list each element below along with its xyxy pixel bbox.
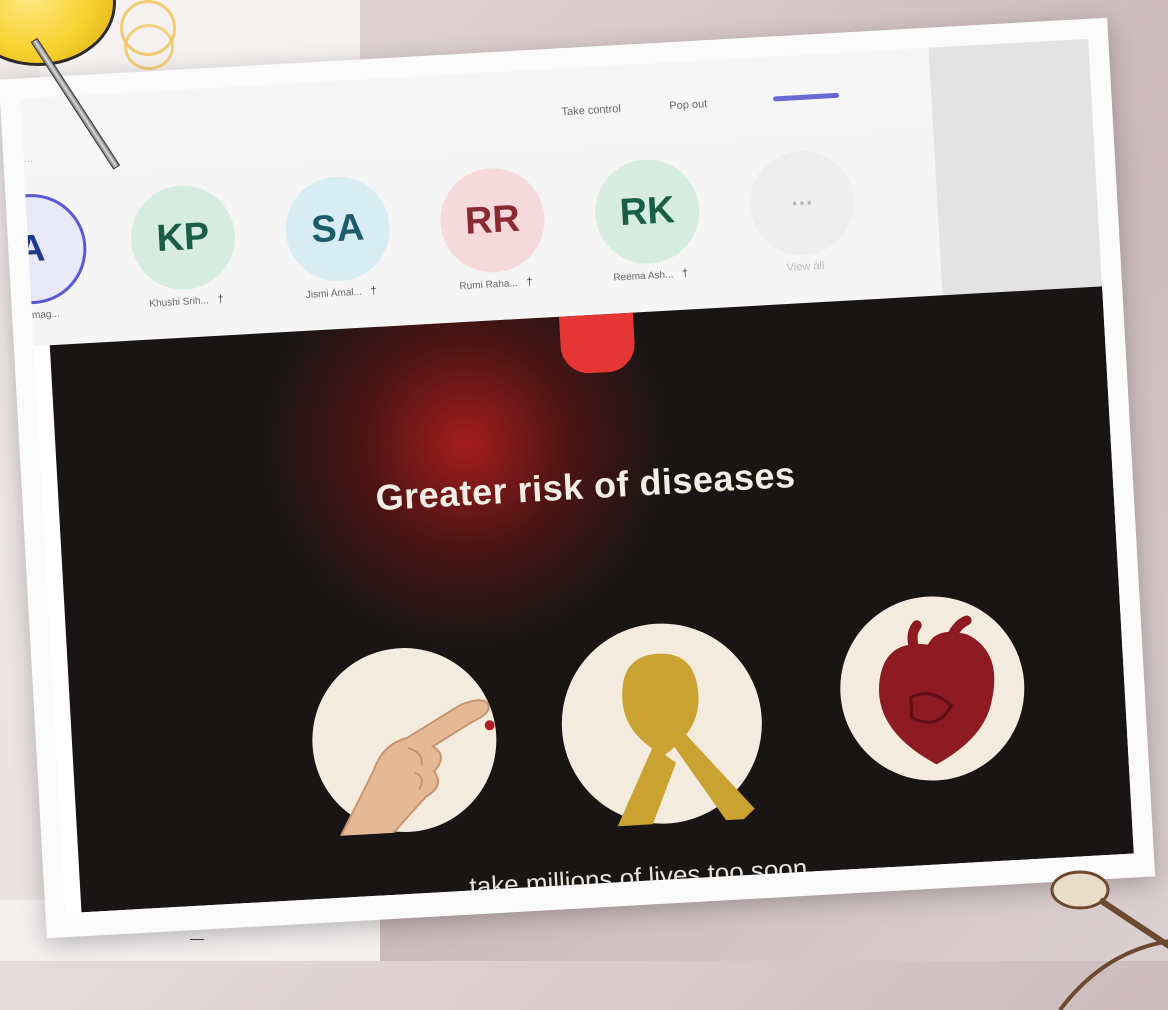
pop-out-button[interactable]: Pop out: [669, 98, 708, 112]
ribbon-icon: [608, 653, 755, 856]
pin-icon[interactable]: †: [217, 293, 224, 305]
avatar-initials: RR: [463, 197, 522, 243]
active-tab-indicator: [773, 92, 840, 102]
participant-name-row: Jismi Amal... †: [276, 283, 406, 302]
shared-slide: Greater risk of diseases ... take millio…: [49, 286, 1134, 913]
participant-name: Reema Ash...: [613, 269, 674, 284]
paper-bottom-mark: —: [190, 930, 206, 946]
avatar-initials: KP: [155, 214, 211, 260]
avatar: RR: [437, 165, 548, 276]
participant-name: Rumi Raha...: [459, 278, 519, 293]
pin-icon[interactable]: †: [526, 276, 533, 288]
avatar: SA: [282, 174, 393, 284]
finger-prick-illustration: [307, 643, 502, 844]
ellipsis-glyph: ⋯: [790, 189, 814, 216]
awareness-ribbon-illustration: [556, 618, 768, 856]
view-all-button[interactable]: ⋯ View all: [734, 147, 871, 276]
participant-name-row: Rumi Raha... †: [431, 275, 561, 294]
participant-name-row: Reema Ash... †: [586, 266, 716, 285]
view-all-label-row: View all: [740, 257, 870, 276]
avatar: RK: [592, 156, 703, 267]
photo-card: ··· Take control Pop out A ...delmag... …: [0, 17, 1156, 939]
participant-tile[interactable]: RK Reema Ash... †: [579, 156, 716, 285]
ring-decoration: [1050, 870, 1168, 1010]
avatar-initials: A: [19, 226, 47, 271]
participant-name-row: ...delmag...: [20, 306, 100, 324]
avatar: A: [19, 191, 90, 308]
participant-tile[interactable]: KP Khushi Srih... †: [115, 182, 252, 311]
participant-tile[interactable]: RR Rumi Raha... †: [425, 165, 562, 294]
slide-subtitle: ... take millions of lives too soon: [439, 852, 809, 904]
participant-tile[interactable]: SA Jismi Amal... †: [270, 173, 407, 302]
decorative-circle: [124, 24, 174, 70]
take-control-button[interactable]: Take control: [561, 103, 621, 118]
participant-name-row: Khushi Srih... †: [121, 292, 251, 311]
avatar-initials: RK: [618, 188, 676, 234]
pin-icon[interactable]: †: [370, 285, 377, 297]
view-all-label: View all: [786, 259, 825, 274]
participant-name: Jismi Amal...: [305, 286, 363, 301]
participant-tile[interactable]: A ...delmag...: [19, 191, 100, 325]
finger-prick-icon: [336, 699, 495, 844]
participant-name: Khushi Srih...: [149, 295, 210, 310]
more-icon: ⋯: [747, 148, 857, 258]
pin-icon[interactable]: †: [682, 267, 689, 279]
avatar-initials: SA: [310, 206, 366, 251]
avatar: KP: [128, 182, 238, 293]
participant-name: ...delmag...: [19, 308, 61, 323]
meeting-screen: ··· Take control Pop out A ...delmag... …: [19, 38, 1134, 914]
heart-illustration: [835, 591, 1030, 786]
heart-organ-icon: [878, 615, 995, 765]
toolbar-corner-text: ···: [23, 155, 34, 168]
side-panel: [928, 38, 1103, 298]
